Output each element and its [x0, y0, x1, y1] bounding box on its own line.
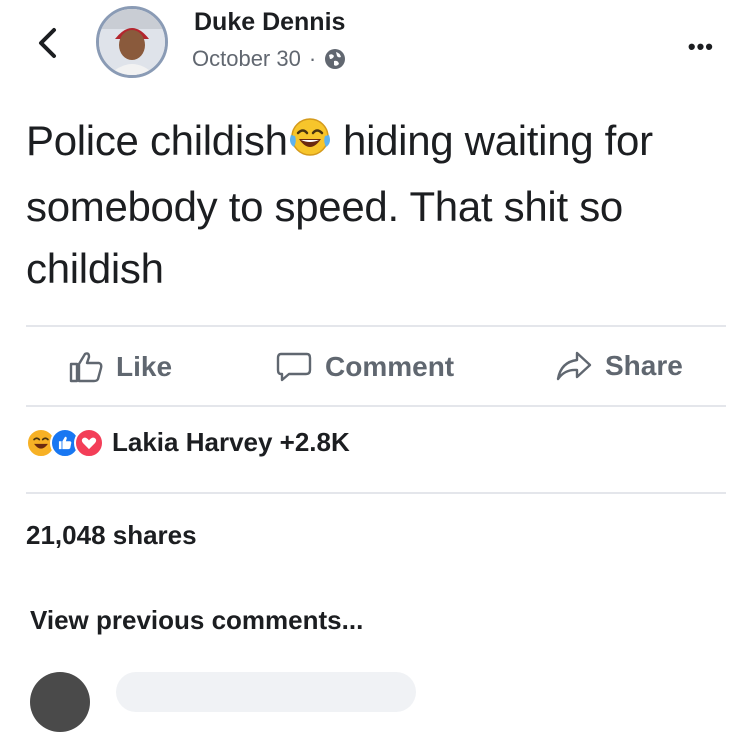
- view-previous-comments-link[interactable]: View previous comments...: [30, 605, 363, 636]
- like-button[interactable]: Like: [68, 350, 172, 384]
- comment-label: Comment: [325, 351, 455, 382]
- tears-of-joy-emoji-icon: [288, 114, 332, 176]
- author-name[interactable]: Duke Dennis: [194, 8, 345, 37]
- share-button[interactable]: Share: [555, 350, 683, 382]
- comment-button[interactable]: Comment: [275, 350, 454, 384]
- meta-separator: ·: [308, 46, 317, 71]
- love-reaction-icon: [74, 427, 104, 458]
- shares-count[interactable]: 21,048 shares: [26, 520, 197, 551]
- divider: [26, 405, 726, 407]
- back-button[interactable]: [34, 26, 62, 60]
- commenter-avatar[interactable]: [30, 672, 90, 732]
- share-label: Share: [605, 350, 683, 381]
- speech-bubble-icon: [276, 352, 312, 382]
- post-text: Police childish hiding waiting for someb…: [26, 110, 731, 300]
- comment-bubble: [116, 672, 416, 712]
- reactions-text: Lakia Harvey +2.8K: [112, 427, 350, 457]
- divider: [26, 325, 726, 327]
- author-avatar[interactable]: [96, 6, 168, 78]
- thumbs-up-icon: [69, 352, 103, 383]
- more-options-button[interactable]: •••: [688, 34, 714, 60]
- post-meta: October 30 ·: [192, 46, 346, 72]
- reactions-summary[interactable]: Lakia Harvey +2.8K: [26, 427, 350, 458]
- share-arrow-icon: [556, 351, 592, 381]
- chevron-left-icon: [39, 28, 56, 58]
- like-label: Like: [116, 351, 173, 382]
- avatar-image: [99, 9, 165, 75]
- globe-icon: [325, 49, 346, 69]
- post-text-part-1: Police childish: [26, 117, 288, 164]
- divider: [26, 492, 726, 494]
- post-date[interactable]: October 30: [192, 46, 301, 72]
